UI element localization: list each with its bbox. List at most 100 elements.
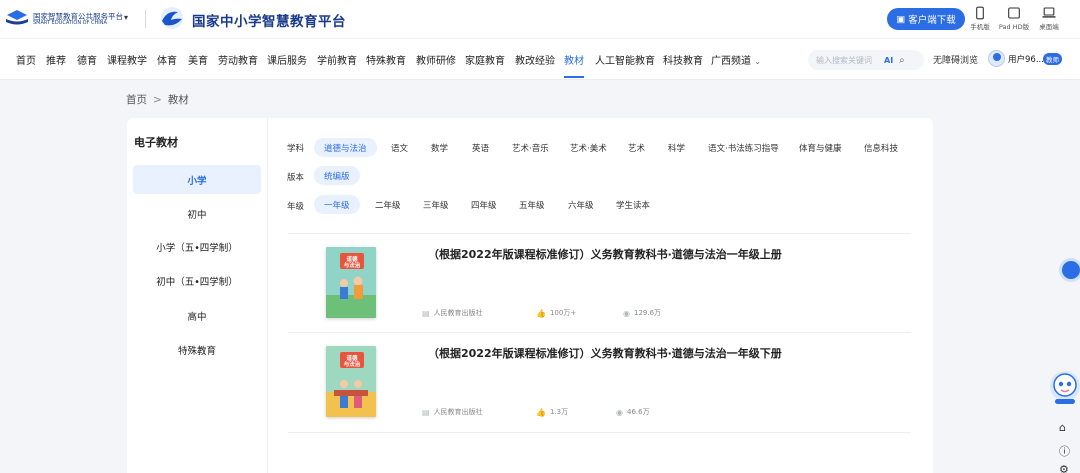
sidebar-item-primary[interactable]: 小学 [133,165,261,194]
nav-item-textbooks[interactable]: 教材 [564,52,584,67]
publisher-text: 人民教育出版社 [433,309,483,317]
sidebar-item-senior[interactable]: 高中 [133,301,261,330]
cover-title-line1: 道德 [346,255,358,263]
nav-item-special-ed[interactable]: 特殊教育 [366,52,406,67]
subject-chip-art[interactable]: 艺术 [618,138,655,157]
search-icon[interactable]: ⌕ [899,55,905,66]
laptop-icon [1042,7,1056,18]
eye-icon: ◉ [623,308,630,318]
tablet-icon [1008,7,1020,19]
platform-switch-chevron-icon[interactable]: ▾ [124,13,128,22]
list-divider [288,432,911,433]
smart-education-logo-icon[interactable] [5,9,29,26]
subject-chip-english[interactable]: 英语 [462,138,499,157]
stage-sidebar: 电子教材 小学 初中 小学（五•四学制） 初中（五•四学制） 高中 特殊教育 [127,118,268,473]
cover-title-line2: 与法治 [344,261,361,269]
active-tab-indicator [564,76,584,78]
nav-item-family[interactable]: 家庭教育 [465,52,505,67]
client-download-button[interactable]: ▣ 客户端下载 [887,8,965,30]
help-icon[interactable]: ⓘ [1059,443,1070,459]
pad-version-link[interactable]: Pad HD版 [997,6,1031,31]
sidebar-item-junior-54[interactable]: 初中（五•四学制） [133,266,261,295]
book-publisher: ▤ 人民教育出版社 [422,407,483,417]
org-name-en[interactable]: SMART EDUCATION OF CHINA [33,20,107,26]
subject-chip-chinese[interactable]: 语文 [381,138,418,157]
floating-chat-icon[interactable] [1059,258,1080,282]
nav-item-guangxi[interactable]: 广西频道 ⌄ [711,52,761,67]
book-likes: 👍 1.3万 [536,407,568,417]
views-count: 46.6万 [626,408,650,416]
book-list-item[interactable]: 道德 与法治 （根据2022年版课程标准修订）义务教育教科书·道德与法治一年级上… [288,233,911,333]
accessibility-link[interactable]: 无障碍浏览 [933,53,978,66]
breadcrumb-current: 教材 [167,94,189,106]
publisher-text: 人民教育出版社 [433,408,483,416]
views-count: 129.6万 [633,309,662,317]
grade-chip-3[interactable]: 三年级 [413,195,459,214]
search-box[interactable]: AI ⌕ [808,50,924,70]
nav-item-recommend[interactable]: 推荐 [46,52,66,67]
document-icon: ▤ [422,308,430,318]
search-input[interactable] [816,55,880,65]
subject-chip-music[interactable]: 艺术·音乐 [502,138,559,157]
book-likes: 👍 100万+ [536,308,576,318]
username[interactable]: 用户96... [1008,53,1044,65]
sidebar-item-junior[interactable]: 初中 [133,199,261,228]
subject-chip-morality[interactable]: 道德与法治 [314,138,377,157]
nav-item-labor[interactable]: 劳动教育 [218,52,258,67]
grade-chip-1[interactable]: 一年级 [314,195,360,214]
subject-chip-fine-art[interactable]: 艺术·美术 [560,138,617,157]
nav-item-after-school[interactable]: 课后服务 [267,52,307,67]
settings-icon[interactable]: ⚙ [1059,463,1069,473]
platform-title[interactable]: 国家中小学智慧教育平台 [192,10,346,30]
home-icon[interactable]: ⌂ [1059,421,1066,434]
book-title[interactable]: （根据2022年版课程标准修订）义务教育教科书·道德与法治一年级上册 [428,246,782,262]
likes-count: 1.3万 [549,408,569,416]
cover-title-line1: 道德 [346,354,358,362]
breadcrumb-home[interactable]: 首页 [126,94,147,106]
grade-chip-4[interactable]: 四年级 [461,195,507,214]
nav-item-arts[interactable]: 美育 [188,52,208,67]
nav-item-teacher-training[interactable]: 教师研修 [416,52,456,67]
grade-chip-6[interactable]: 六年级 [558,195,604,214]
nav-item-reform[interactable]: 教改经验 [515,52,555,67]
ai-search-icon[interactable]: AI [884,56,893,65]
breadcrumb: 首页 > 教材 [126,92,189,107]
nav-item-moral[interactable]: 德育 [77,52,97,67]
edition-chip-unified[interactable]: 统编版 [314,166,360,185]
download-icon: ▣ [896,13,906,25]
thumbs-up-icon: 👍 [536,308,546,318]
avatar[interactable] [988,50,1005,67]
nav-item-home[interactable]: 首页 [16,52,36,67]
ai-assistant-robot-icon[interactable] [1046,366,1080,406]
desktop-version-link[interactable]: 桌面端 [1032,6,1066,31]
subject-chip-math[interactable]: 数学 [421,138,458,157]
book-cover-image[interactable]: 道德 与法治 [326,346,376,417]
book-title[interactable]: （根据2022年版课程标准修订）义务教育教科书·道德与法治一年级下册 [428,345,782,361]
subject-chip-science[interactable]: 科学 [658,138,695,157]
nav-item-pe[interactable]: 体育 [157,52,177,67]
main-nav: 首页 推荐 德育 课程教学 体育 美育 劳动教育 课后服务 学前教育 特殊教育 … [0,38,1080,80]
subject-chip-calligraphy[interactable]: 语文·书法练习指导 [698,138,789,157]
subject-chip-pe-health[interactable]: 体育与健康 [789,138,852,157]
sidebar-title: 电子教材 [134,136,178,149]
nav-item-ai[interactable]: 人工智能教育 [595,52,655,67]
book-list-item[interactable]: 道德 与法治 （根据2022年版课程标准修订）义务教育教科书·道德与法治一年级下… [288,332,911,432]
nav-item-preschool[interactable]: 学前教育 [317,52,357,67]
subject-chip-it[interactable]: 信息科技 [854,138,908,157]
grade-chip-2[interactable]: 二年级 [365,195,411,214]
sidebar-item-primary-54[interactable]: 小学（五•四学制） [133,232,261,261]
breadcrumb-separator: > [153,94,162,106]
sidebar-item-special[interactable]: 特殊教育 [133,335,261,364]
nav-item-course[interactable]: 课程教学 [107,52,147,67]
likes-count: 100万+ [549,309,577,317]
book-cover-image[interactable]: 道德 与法治 [326,247,376,318]
platform-logo-icon[interactable] [157,6,187,30]
thumbs-up-icon: 👍 [536,407,546,417]
phone-icon [976,6,984,20]
grade-chip-reader[interactable]: 学生读本 [606,195,660,214]
mobile-version-link[interactable]: 手机版 [963,6,997,31]
chevron-down-icon: ⌄ [754,57,761,66]
nav-item-tech[interactable]: 科技教育 [663,52,703,67]
grade-chip-5[interactable]: 五年级 [509,195,555,214]
client-download-label: 客户端下载 [908,15,956,26]
